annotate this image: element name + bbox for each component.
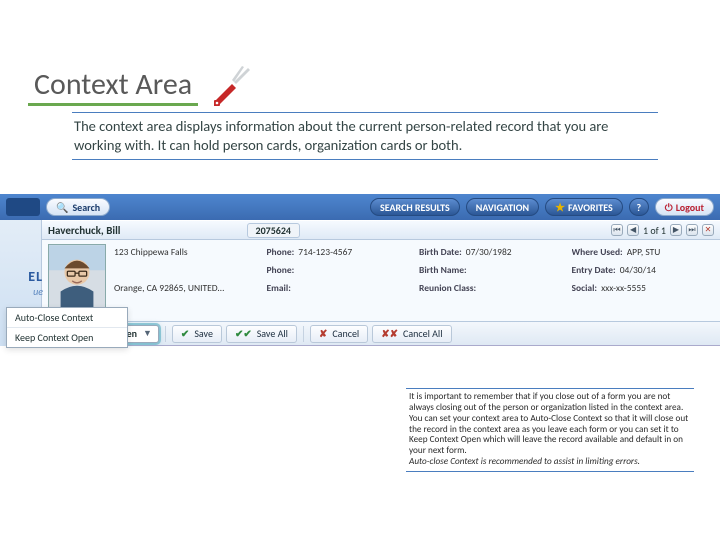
cancel-button[interactable]: ✘ Cancel: [310, 325, 368, 343]
brand-fragment-1: EL: [28, 268, 43, 285]
person-photo: [48, 244, 106, 312]
divider: [303, 326, 304, 342]
label-reunion: Reunion Class:: [419, 282, 476, 294]
tab-favorites[interactable]: ★ FAVORITES: [545, 198, 623, 216]
label-phone: Phone:: [267, 246, 295, 258]
label-birthname: Birth Name:: [419, 264, 467, 276]
menu-item-keep-open[interactable]: Keep Context Open: [7, 327, 127, 347]
logout-icon: ⏻: [665, 201, 673, 214]
person-fields: 123 Chippewa Falls Phone:714-123-4567 Bi…: [112, 240, 720, 321]
context-mode-menu: Auto-Close Context Keep Context Open: [6, 307, 128, 348]
field-birthdate: 07/30/1982: [466, 246, 512, 258]
person-card: 123 Chippewa Falls Phone:714-123-4567 Bi…: [42, 240, 720, 322]
note-recommendation: Auto-close Context is recommended to ass…: [409, 456, 640, 467]
brand-fragment-2: ue: [33, 285, 43, 298]
favorites-label: FAVORITES: [568, 201, 613, 214]
help-button[interactable]: ?: [629, 198, 649, 216]
person-name: Haverchuck, Bill: [48, 224, 121, 237]
check-all-icon: ✔✔: [235, 327, 252, 340]
label-social: Social:: [572, 282, 598, 294]
pager-prev[interactable]: ◀: [627, 224, 639, 236]
person-header: Haverchuck, Bill 2075624 ⏮ ◀ 1 of 1 ▶ ⏭ …: [42, 220, 720, 240]
record-pager: ⏮ ◀ 1 of 1 ▶ ⏭ ✕: [611, 224, 714, 237]
search-icon: 🔍: [56, 201, 68, 214]
field-where-used: APP, STU: [627, 246, 661, 258]
app-logo-icon: [6, 198, 40, 216]
cancel-all-button[interactable]: ✘✘ Cancel All: [372, 325, 451, 343]
divider: [165, 326, 166, 342]
field-address: 123 Chippewa Falls: [114, 246, 188, 258]
title-row: Context Area: [28, 62, 252, 106]
cancel-label: Cancel: [332, 327, 359, 340]
cancel-all-label: Cancel All: [403, 327, 443, 340]
intro-text: The context area displays information ab…: [72, 112, 658, 160]
save-label: Save: [194, 327, 213, 340]
search-label: Search: [72, 201, 100, 214]
label-birthdate: Birth Date:: [419, 246, 462, 258]
pager-first[interactable]: ⏮: [611, 224, 623, 236]
star-icon: ★: [555, 201, 565, 214]
label-email: Email:: [267, 282, 291, 294]
action-bar: Keep Context Open ▼ ✔Save ✔✔Save All ✘Ca…: [42, 322, 720, 346]
swiss-army-knife-icon: [204, 62, 252, 110]
pager-last[interactable]: ⏭: [686, 224, 698, 236]
chevron-down-icon: ▼: [143, 328, 152, 339]
pager-next[interactable]: ▶: [670, 224, 682, 236]
tab-search-results[interactable]: SEARCH RESULTS: [370, 198, 460, 216]
save-all-label: Save All: [257, 327, 288, 340]
label-entry-date: Entry Date:: [572, 264, 616, 276]
search-button[interactable]: 🔍 Search: [46, 198, 110, 216]
close-card-button[interactable]: ✕: [702, 224, 714, 236]
field-citystate: Orange, CA 92865, UNITED…: [114, 282, 224, 294]
label-phone2: Phone:: [267, 264, 295, 276]
tab-navigation[interactable]: NAVIGATION: [466, 198, 539, 216]
field-social: xxx-xx-5555: [601, 282, 646, 294]
field-phone: 714-123-4567: [298, 246, 352, 258]
check-icon: ✔: [181, 327, 189, 340]
note-body: It is important to remember that if you …: [409, 391, 688, 456]
logout-label: Logout: [676, 201, 704, 214]
pager-count: 1 of 1: [643, 224, 666, 237]
note-text: It is important to remember that if you …: [406, 388, 694, 472]
menu-item-auto-close[interactable]: Auto-Close Context: [7, 308, 127, 327]
field-entry-date: 04/30/14: [620, 264, 656, 276]
save-all-button[interactable]: ✔✔ Save All: [226, 325, 297, 343]
page-title: Context Area: [28, 66, 198, 106]
person-id: 2075624: [247, 223, 300, 238]
top-toolbar: 🔍 Search SEARCH RESULTS NAVIGATION ★ FAV…: [0, 194, 720, 220]
logout-button[interactable]: ⏻ Logout: [655, 198, 714, 216]
label-where-used: Where Used:: [572, 246, 623, 258]
cancel-all-icon: ✘✘: [381, 327, 398, 340]
save-button[interactable]: ✔ Save: [172, 325, 222, 343]
cancel-icon: ✘: [319, 327, 327, 340]
